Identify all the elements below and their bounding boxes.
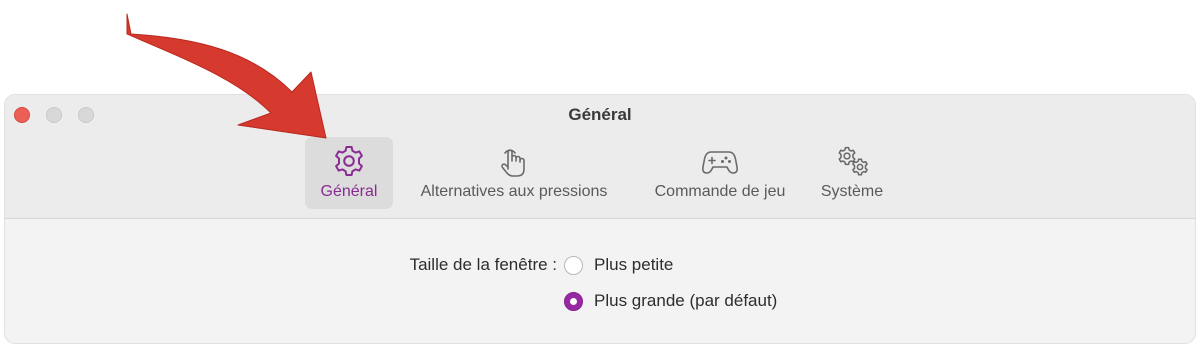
screenshot: Général Général Alternatives aux pressio…: [0, 0, 1200, 346]
annotation-arrow-icon: [126, 13, 327, 139]
